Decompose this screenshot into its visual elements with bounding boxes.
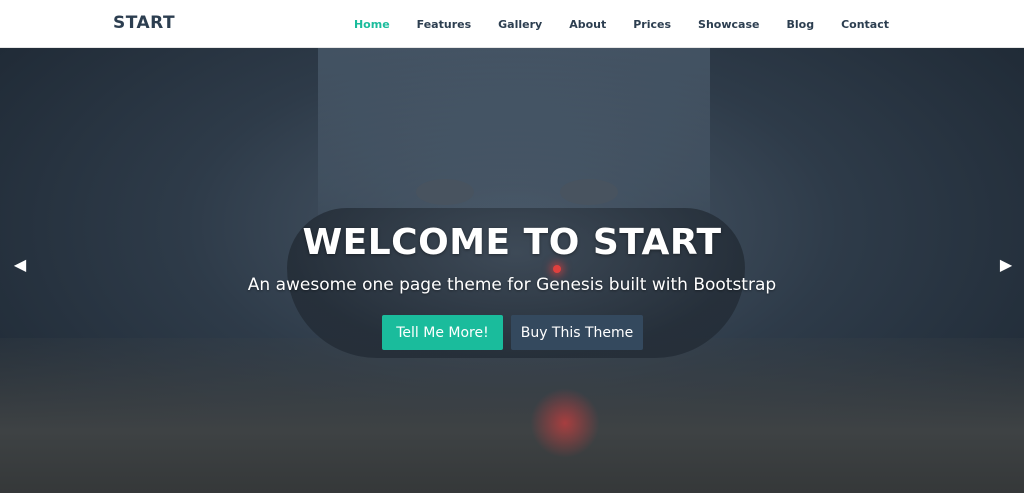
tell-me-more-button[interactable]: Tell Me More! [382,315,503,350]
navbar: START Home Features Gallery About Prices… [0,0,1024,48]
nav-item-contact[interactable]: Contact [841,18,889,31]
nav-item-gallery[interactable]: Gallery [498,18,542,31]
controller-led [553,265,561,273]
buy-theme-button[interactable]: Buy This Theme [511,315,643,350]
main-nav: Home Features Gallery About Prices Showc… [354,0,889,48]
hero-floor [0,338,1024,493]
nav-item-about[interactable]: About [569,18,606,31]
nav-item-features[interactable]: Features [417,18,471,31]
nav-item-blog[interactable]: Blog [786,18,814,31]
nav-item-prices[interactable]: Prices [633,18,671,31]
left-thumbstick-image [416,179,474,205]
brand-logo[interactable]: START [113,13,175,33]
red-glow-reflection [530,388,600,458]
nav-item-home[interactable]: Home [354,18,390,31]
hero-carousel: ◀ ▶ WELCOME TO START An awesome one page… [0,48,1024,493]
hero-subtitle: An awesome one page theme for Genesis bu… [247,275,777,295]
nav-item-showcase[interactable]: Showcase [698,18,759,31]
right-thumbstick-image [560,179,618,205]
hero-title: WELCOME TO START [302,222,722,263]
